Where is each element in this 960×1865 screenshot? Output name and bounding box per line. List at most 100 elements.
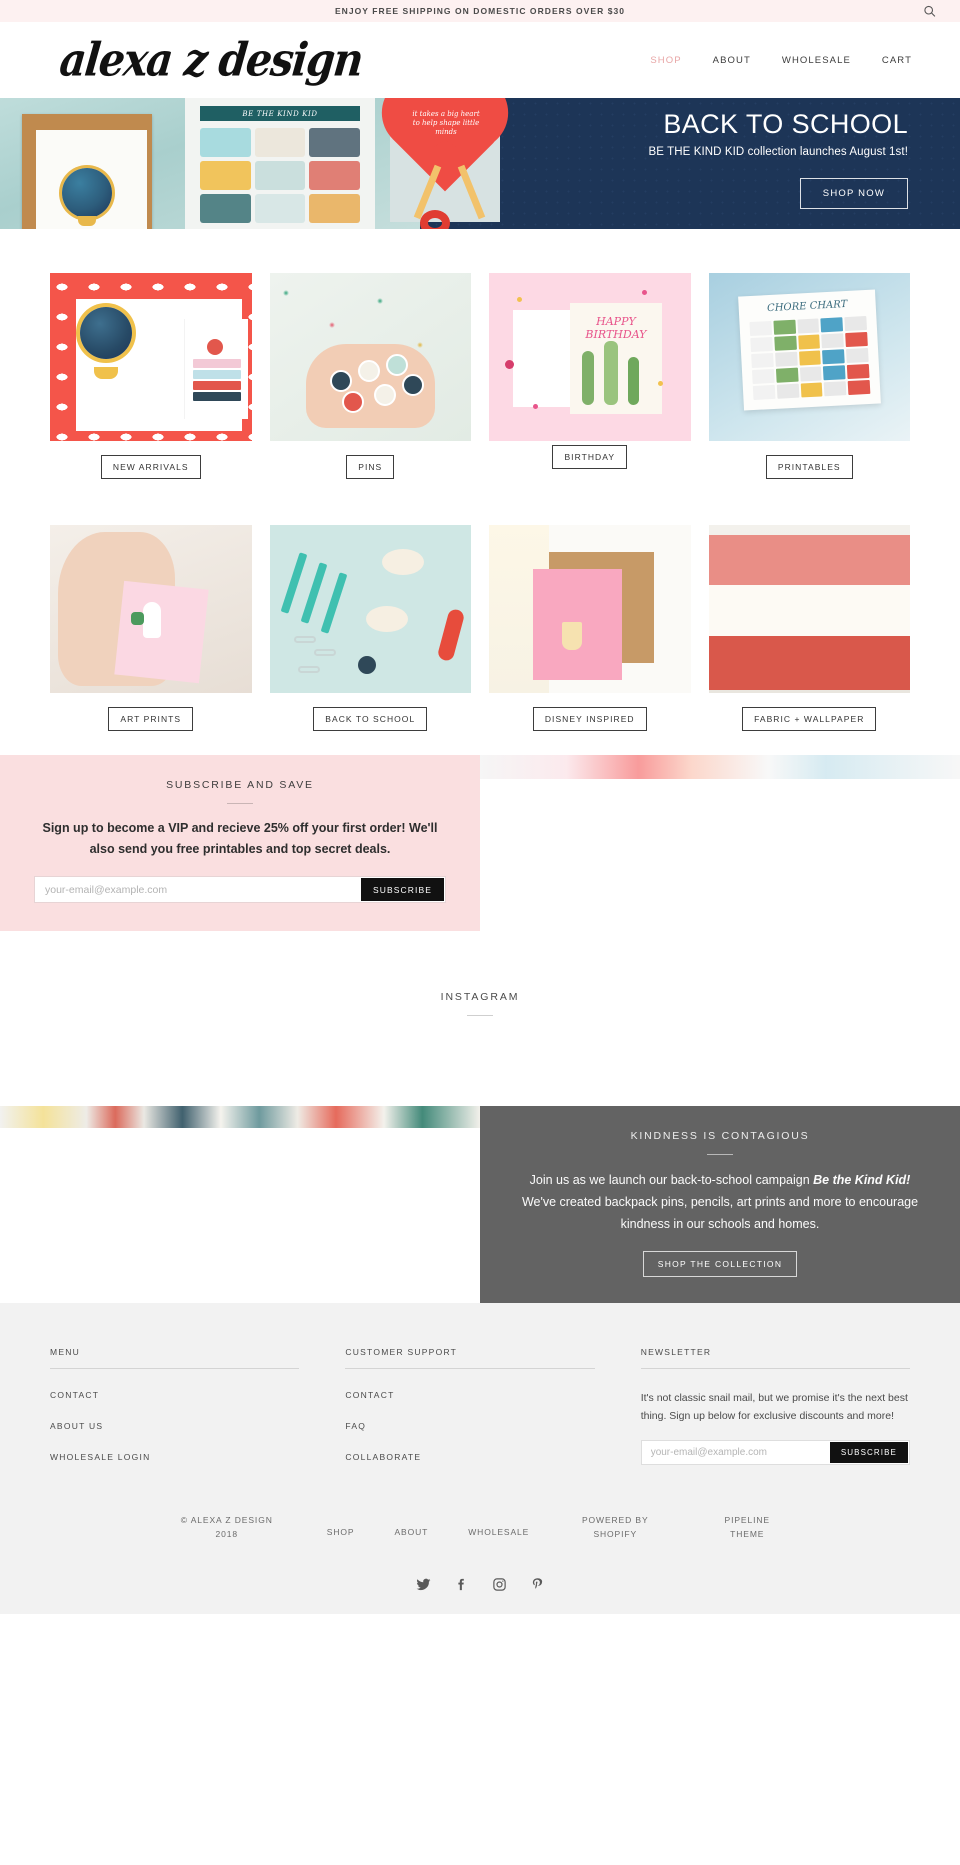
footer-email-input[interactable] bbox=[641, 1441, 829, 1464]
kind-kid-poster: BE THE KIND KID bbox=[185, 98, 375, 229]
pencil-icon-right bbox=[457, 164, 486, 220]
shop-now-button[interactable]: SHOP NOW bbox=[799, 178, 908, 209]
category-back-to-school[interactable]: BACK TO SCHOOL bbox=[269, 525, 471, 731]
subscribe-body-part1: Sign up to become a VIP and recieve bbox=[42, 821, 264, 835]
facebook-icon[interactable] bbox=[454, 1577, 469, 1592]
footer-link-support-contact[interactable]: CONTACT bbox=[345, 1390, 594, 1400]
footer-link-contact[interactable]: CONTACT bbox=[50, 1390, 299, 1400]
nav-item-wholesale[interactable]: WHOLESALE bbox=[782, 55, 851, 66]
category-label-disney-inspired[interactable]: DISNEY INSPIRED bbox=[532, 707, 647, 731]
theme-line-1: PIPELINE bbox=[724, 1515, 770, 1525]
divider bbox=[707, 1154, 733, 1155]
kindness-body-emphasis: Be the Kind Kid! bbox=[813, 1173, 911, 1187]
footer-link-about-us[interactable]: ABOUT US bbox=[50, 1421, 299, 1431]
kindness-panel: KINDNESS IS CONTAGIOUS Join us as we lau… bbox=[480, 1106, 960, 1303]
social-links bbox=[50, 1541, 910, 1614]
category-art-prints[interactable]: ART PRINTS bbox=[50, 525, 252, 731]
footer-bottom-link-shop[interactable]: SHOP bbox=[327, 1513, 355, 1537]
footer-subscribe-button[interactable]: SUBSCRIBE bbox=[829, 1442, 908, 1463]
subscribe-form: SUBSCRIBE bbox=[34, 876, 446, 903]
subscribe-email-input[interactable] bbox=[35, 877, 360, 902]
nav-item-about[interactable]: ABOUT bbox=[713, 55, 751, 66]
globe-stand bbox=[78, 216, 96, 226]
category-new-arrivals[interactable]: NEW ARRIVALS bbox=[50, 273, 252, 479]
hero-title: BACK TO SCHOOL bbox=[663, 109, 908, 139]
art-prints-image bbox=[50, 525, 252, 693]
category-label-back-to-school[interactable]: BACK TO SCHOOL bbox=[313, 707, 428, 731]
image-strip bbox=[480, 755, 960, 779]
birthday-card-text: HAPPY BIRTHDAY bbox=[585, 315, 647, 342]
category-printables[interactable]: CHORE CHART PRINTABLES bbox=[708, 273, 910, 479]
subscribe-body: Sign up to become a VIP and recieve 25% … bbox=[34, 818, 446, 860]
footer-bottom-link-about[interactable]: ABOUT bbox=[394, 1513, 428, 1537]
subscribe-button[interactable]: SUBSCRIBE bbox=[360, 878, 444, 901]
instagram-icon[interactable] bbox=[492, 1577, 507, 1592]
heart-card: it takes a big heart to help shape littl… bbox=[390, 98, 500, 229]
category-label-art-prints[interactable]: ART PRINTS bbox=[108, 707, 194, 731]
pins-image bbox=[269, 273, 471, 441]
twitter-icon[interactable] bbox=[416, 1577, 431, 1592]
footer-newsletter-form: SUBSCRIBE bbox=[640, 1440, 910, 1465]
printables-image: CHORE CHART bbox=[708, 273, 910, 441]
scissors-icon bbox=[420, 210, 450, 229]
category-label-fabric-wallpaper[interactable]: FABRIC + WALLPAPER bbox=[742, 707, 877, 731]
footer-col-menu: MENU CONTACT ABOUT US WHOLESALE LOGIN bbox=[50, 1347, 300, 1465]
subscribe-side-image bbox=[480, 755, 960, 931]
image-strip bbox=[0, 1106, 480, 1128]
footer-col-support: CUSTOMER SUPPORT CONTACT FAQ COLLABORATE bbox=[345, 1347, 595, 1465]
kindness-body: Join us as we launch our back-to-school … bbox=[520, 1169, 920, 1235]
category-label-new-arrivals[interactable]: NEW ARRIVALS bbox=[100, 455, 201, 479]
footer-link-collaborate[interactable]: COLLABORATE bbox=[345, 1452, 594, 1462]
announcement-text: ENJOY FREE SHIPPING ON DOMESTIC ORDERS O… bbox=[334, 6, 626, 16]
new-arrivals-image bbox=[50, 273, 252, 441]
subscribe-section: SUBSCRIBE AND SAVE Sign up to become a V… bbox=[0, 755, 960, 931]
announcement-bar: ENJOY FREE SHIPPING ON DOMESTIC ORDERS O… bbox=[0, 0, 960, 22]
category-pins[interactable]: PINS bbox=[269, 273, 471, 479]
footer-bottom-link-wholesale[interactable]: WHOLESALE bbox=[468, 1513, 529, 1537]
search-icon[interactable] bbox=[923, 5, 936, 18]
footer-menu-title: MENU bbox=[50, 1347, 300, 1369]
disney-inspired-image bbox=[489, 525, 691, 693]
poster-icons-grid bbox=[200, 128, 360, 223]
shop-the-collection-button[interactable]: SHOP THE COLLECTION bbox=[642, 1251, 798, 1277]
kindness-section: KINDNESS IS CONTAGIOUS Join us as we lau… bbox=[0, 1106, 960, 1303]
subscribe-heading: SUBSCRIBE AND SAVE bbox=[166, 779, 314, 791]
kind-kid-banner-text: BE THE KIND KID bbox=[200, 106, 360, 121]
category-grid: NEW ARRIVALS PINS HAPPY BIRTHDAY BIRTHDA… bbox=[0, 229, 960, 755]
subscribe-panel: SUBSCRIBE AND SAVE Sign up to become a V… bbox=[0, 755, 480, 931]
powered-line-1: POWERED BY bbox=[581, 1515, 649, 1525]
copyright-line-2: 2018 bbox=[215, 1529, 238, 1539]
copyright-line-1: © ALEXA Z DESIGN bbox=[180, 1515, 273, 1525]
instagram-heading: INSTAGRAM bbox=[440, 991, 520, 1003]
divider bbox=[467, 1015, 493, 1016]
category-label-birthday[interactable]: BIRTHDAY bbox=[552, 445, 628, 469]
theme-credit: PIPELINE THEME bbox=[701, 1513, 793, 1541]
site-logo[interactable]: alexa z design bbox=[57, 33, 365, 87]
footer-link-faq[interactable]: FAQ bbox=[345, 1421, 594, 1431]
hero-image: BE THE KIND KID it takes a big heart to … bbox=[0, 98, 500, 229]
divider bbox=[227, 803, 253, 804]
powered-by: POWERED BY SHOPIFY bbox=[569, 1513, 661, 1541]
nav-item-cart[interactable]: CART bbox=[882, 55, 912, 66]
footer-newsletter-title: NEWSLETTER bbox=[640, 1347, 910, 1369]
hero-banner: BE THE KIND KID it takes a big heart to … bbox=[0, 98, 960, 229]
hero-subtitle: BE THE KIND KID collection launches Augu… bbox=[648, 146, 908, 158]
footer-columns: MENU CONTACT ABOUT US WHOLESALE LOGIN CU… bbox=[50, 1347, 910, 1465]
powered-line-2[interactable]: SHOPIFY bbox=[569, 1527, 661, 1541]
pinterest-icon[interactable] bbox=[530, 1577, 545, 1592]
category-row-2: ART PRINTS BACK TO SCHOOL DISNEY INSPIRE… bbox=[50, 525, 910, 731]
category-birthday[interactable]: HAPPY BIRTHDAY BIRTHDAY bbox=[489, 273, 691, 479]
heart-card-text: it takes a big heart to help shape littl… bbox=[412, 110, 480, 136]
category-disney-inspired[interactable]: DISNEY INSPIRED bbox=[489, 525, 691, 731]
footer-link-wholesale-login[interactable]: WHOLESALE LOGIN bbox=[50, 1452, 299, 1462]
footer-col-newsletter: NEWSLETTER It's not classic snail mail, … bbox=[640, 1347, 910, 1465]
footer-support-title: CUSTOMER SUPPORT bbox=[345, 1347, 595, 1369]
main-nav: SHOP ABOUT WHOLESALE CART bbox=[650, 55, 934, 66]
nav-item-shop[interactable]: SHOP bbox=[650, 55, 681, 66]
kindness-side-image bbox=[0, 1106, 480, 1303]
subscribe-body-bold: 25% off your first order! bbox=[263, 821, 406, 835]
category-fabric-wallpaper[interactable]: FABRIC + WALLPAPER bbox=[708, 525, 910, 731]
category-label-printables[interactable]: PRINTABLES bbox=[765, 455, 853, 479]
category-label-pins[interactable]: PINS bbox=[346, 455, 395, 479]
footer-newsletter-text: It's not classic snail mail, but we prom… bbox=[640, 1392, 908, 1422]
